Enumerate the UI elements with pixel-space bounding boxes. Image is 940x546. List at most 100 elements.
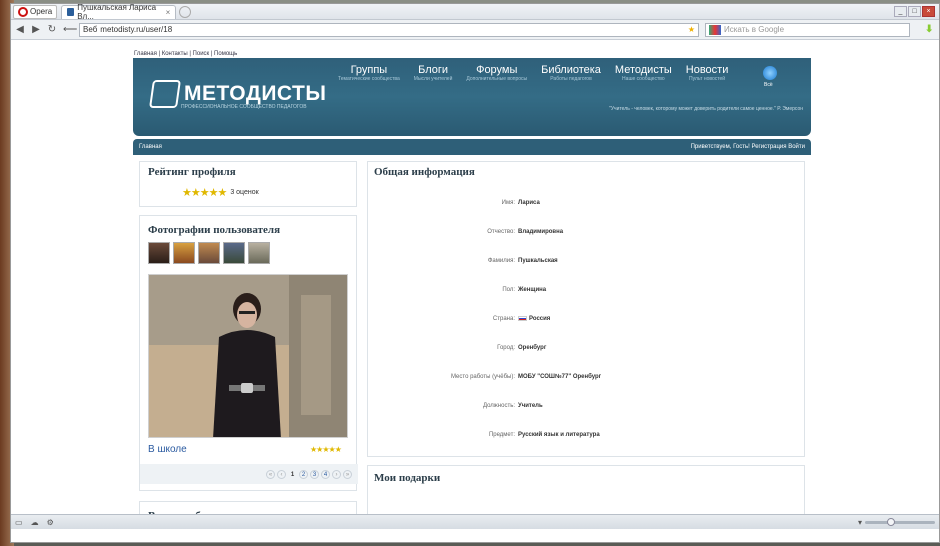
info-row: Пол: Женщина [368,287,798,293]
sync-icon[interactable]: ☁ [31,518,39,527]
nav-sublabel: Пульт новостей [689,76,726,82]
gifts-title: Мои подарки [374,472,441,484]
info-row: Город: Оренбург [368,345,798,351]
breadcrumb[interactable]: Главная [139,144,162,150]
nav-item-library[interactable]: Библиотека Работы педагогов [541,64,601,82]
photo-pager: « ‹ 1 2 3 4 › » [266,469,352,479]
navigation-bar: ◀ ▶ ↻ ⟵ Веб metodisty.ru/user/18 ★ Искат… [11,20,939,40]
photo-caption-link[interactable]: В школе [148,444,187,455]
info-label: Место работы (учёбы): [450,374,515,380]
breadcrumb-bar: Главная Приветствуем, Гость! Регистрация… [133,139,811,155]
new-tab-button[interactable] [179,5,192,18]
logo-text: МЕТОДИСТЫ [184,82,327,105]
nav-sublabel: Наше сообщество [622,76,665,82]
info-label: Предмет: [488,432,515,438]
nav-item-news[interactable]: Новости Пульт новостей [686,64,729,82]
photo-thumbnail[interactable] [173,242,195,264]
opera-logo-icon [18,6,28,17]
info-title: Общая информация [374,166,475,178]
nav-sublabel: Дополнительные вопросы [466,76,528,82]
nav-item-forums[interactable]: Форумы Дополнительные вопросы [466,64,527,82]
turbo-icon[interactable]: ⚙ [47,518,54,527]
top-links[interactable]: Главная | Контакты | Поиск | Помощь [134,51,237,57]
globe-icon[interactable] [763,66,777,80]
nav-item-methodists[interactable]: Методисты Наше сообщество [615,64,672,82]
minimize-button[interactable]: _ [894,6,907,17]
maximize-button[interactable]: □ [908,6,921,17]
nav-label: Новости [685,64,729,76]
nav-sublabel: Тематические сообщества [338,76,400,82]
rating-stars-icon[interactable]: ★★★★★ [182,186,227,199]
back-button[interactable]: ◀ [15,24,25,35]
info-value: Женщина [518,287,547,293]
photo-thumbnail[interactable] [198,242,220,264]
photo-thumbnail[interactable] [223,242,245,264]
info-label: Имя: [501,200,515,206]
info-value: Русский язык и литература [518,432,600,438]
photo-thumbnail[interactable] [248,242,270,264]
search-field[interactable]: Искать в Google [705,22,910,37]
zoom-control: ▾ [858,517,935,527]
address-bar[interactable]: Веб metodisty.ru/user/18 ★ [79,22,699,37]
bookmark-star-icon[interactable]: ★ [688,25,695,34]
info-label: Пол: [502,287,515,293]
info-label: Фамилия: [487,258,515,264]
info-row: Место работы (учёбы): МОБУ "СОШ№77" Оренб… [368,374,798,380]
photo-pager-bar: « ‹ 1 2 3 4 › » [140,464,358,484]
site-favicon-icon [67,8,75,16]
pager-page[interactable]: 3 [310,469,319,479]
google-engine-icon[interactable] [709,24,721,35]
nav-label: Группы [350,64,388,76]
search-placeholder: Искать в Google [724,25,785,34]
download-icon[interactable]: ⬇ [925,24,935,36]
info-panel: Общая информация Имя: Лариса Отчество: Вла… [367,161,805,457]
info-label: Город: [497,345,515,351]
globe-label: Всё [764,82,773,88]
address-url: metodisty.ru/user/18 [100,25,173,34]
reload-button[interactable]: ↻ [47,24,57,35]
nav-item-groups[interactable]: Группы Тематические сообщества [338,64,400,82]
nav-item-blogs[interactable]: Блоги Мысли учителей [414,64,453,82]
photo-thumbnails [148,242,270,264]
rating-row: ★★★★★ 3 оценок [182,186,259,199]
info-label: Должность: [482,403,515,409]
info-value: Оренбург [518,345,547,351]
photo-thumbnail[interactable] [148,242,170,264]
titlebar: Opera Пушкальская Лариса Вл... × _ □ × [11,3,939,21]
info-value: МОБУ "СОШ№77" Оренбург [518,374,602,380]
forward-button[interactable]: ▶ [31,24,41,35]
info-row: Предмет: Русский язык и литература [368,432,798,438]
pager-next[interactable]: › [332,469,341,479]
browser-tab[interactable]: Пушкальская Лариса Вл... × [61,3,177,21]
main-photo[interactable] [148,274,348,438]
panel-toggle-icon[interactable]: ▭ [15,518,23,527]
zoom-slider-knob[interactable] [887,517,895,526]
info-value: Россия [518,316,550,322]
info-row: Отчество: Владимировна [368,229,798,235]
photos-title: Фотографии пользователя [148,224,281,236]
person-photo-image [149,275,347,437]
info-value: Учитель [518,403,543,409]
close-window-button[interactable]: × [922,6,935,17]
pager-page[interactable]: 1 [288,470,297,479]
pager-first[interactable]: « [266,469,275,479]
zoom-slider[interactable] [865,517,935,526]
pager-page[interactable]: 4 [321,469,330,479]
photo-stars-icon[interactable]: ★★★★★ [310,445,342,454]
tab-title: Пушкальская Лариса Вл... [77,3,157,21]
zoom-dropdown-icon[interactable]: ▾ [858,518,862,527]
site-header: МЕТОДИСТЫ ПРОФЕССИОНАЛЬНОЕ СООБЩЕСТВО ПЕ… [133,58,811,136]
pager-last[interactable]: » [343,469,352,479]
rewind-button[interactable]: ⟵ [63,24,77,35]
logo-icon [149,80,181,108]
nav-label: Блоги [418,64,449,76]
greeting-links[interactable]: Приветствуем, Гость! Регистрация Войти [691,144,805,150]
photos-panel: Фотографии пользователя В школе ★★★★★ « … [139,215,358,491]
header-quote: "Учитель - человек, которому может довер… [609,106,803,112]
pager-prev[interactable]: ‹ [277,469,286,479]
tab-close-icon[interactable]: × [166,8,171,17]
pager-page[interactable]: 2 [299,469,308,479]
nav-sublabel: Работы педагогов [550,76,592,82]
opera-menu-label: Opera [30,7,53,16]
opera-menu-button[interactable]: Opera [13,4,58,19]
